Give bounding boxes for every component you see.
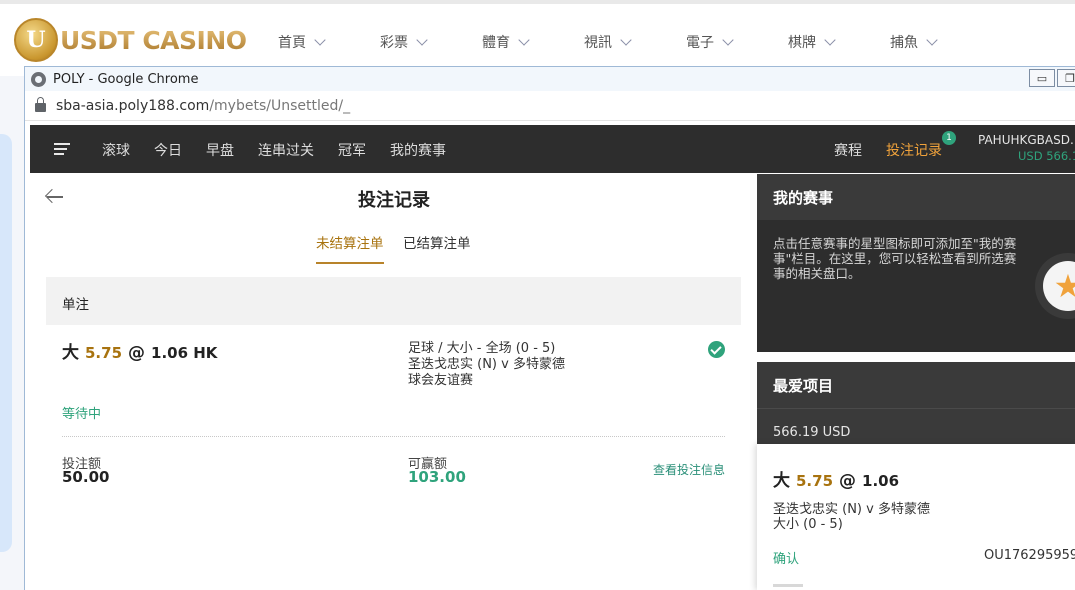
- favorite-status: 确认: [773, 552, 800, 567]
- minimize-button[interactable]: ▭: [1029, 69, 1055, 87]
- win-value: 103.00: [408, 468, 466, 486]
- logo-text: USDT CASINO: [60, 25, 247, 55]
- bet-market: 足球 / 大小 - 全场 (0 - 5): [408, 341, 556, 356]
- favorite-match: 圣迭戈忠实 (N) v 多特蒙德: [773, 502, 930, 517]
- bet-league: 球会友谊赛: [408, 373, 474, 388]
- nav-label: 彩票: [380, 35, 408, 51]
- tab-unsettled[interactable]: 未结算注单: [316, 232, 384, 264]
- page-title: 投注记录: [358, 190, 430, 211]
- logo-coin-icon: U: [14, 18, 58, 62]
- favorites-header[interactable]: 最爱项目: [757, 362, 1075, 408]
- chevron-down-icon: [722, 34, 734, 46]
- section-single-bet: 单注: [46, 277, 741, 325]
- favorite-pick: 大: [773, 471, 790, 491]
- favorites-summary: 566.19 USD: [757, 408, 1075, 444]
- site-nav-cards[interactable]: 棋牌: [788, 32, 836, 52]
- tab-settled[interactable]: 已结算注单: [403, 232, 471, 252]
- site-nav: 首頁 彩票 體育 視訊 電子 棋牌 捕魚: [278, 32, 992, 52]
- chrome-icon: [31, 71, 46, 87]
- account-balance: USD 566.1: [1018, 149, 1075, 163]
- bet-records-link[interactable]: 投注记录: [886, 140, 942, 160]
- bet-selection: 大 5.75 @1.06 HK: [62, 338, 217, 363]
- favorite-odds: 1.06: [862, 472, 900, 490]
- tab-live[interactable]: 滚球: [102, 140, 130, 160]
- back-arrow-icon[interactable]: [45, 187, 65, 207]
- favorite-line: 5.75: [796, 472, 834, 490]
- url-path: /mybets/Unsettled/_: [209, 97, 351, 114]
- my-events-title: 我的赛事: [773, 189, 834, 207]
- partial-text-placeholder: [773, 584, 803, 587]
- nav-label: 棋牌: [788, 35, 816, 51]
- chevron-down-icon: [314, 34, 326, 46]
- casino-logo[interactable]: U USDT CASINO: [14, 18, 247, 62]
- schedule-link[interactable]: 赛程: [834, 140, 862, 160]
- site-nav-home[interactable]: 首頁: [278, 32, 326, 52]
- tab-today[interactable]: 今日: [154, 140, 182, 160]
- site-nav-fishing[interactable]: 捕魚: [890, 32, 938, 52]
- site-nav-sports[interactable]: 體育: [482, 32, 530, 52]
- menu-icon[interactable]: [54, 143, 70, 158]
- nav-label: 首頁: [278, 35, 306, 51]
- tab-early[interactable]: 早盘: [206, 140, 234, 160]
- bet-pick: 大: [62, 343, 79, 363]
- ticket-id: OU176295959: [984, 548, 1075, 563]
- star-badge: ★: [1035, 253, 1075, 319]
- bet-event-info: 足球 / 大小 - 全场 (0 - 5) 圣迭戈忠实 (N) v 多特蒙德 球会…: [408, 341, 565, 389]
- address-bar[interactable]: sba-asia.poly188.com/mybets/Unsettled/_: [25, 91, 1075, 121]
- bet-odds: 1.06 HK: [151, 344, 218, 362]
- chevron-down-icon: [416, 34, 428, 46]
- restore-button[interactable]: ❐: [1057, 69, 1075, 87]
- sportsbook-topbar: 滚球 今日 早盘 连串过关 冠军 我的赛事 赛程 投注记录 1 PAHUHKGB…: [30, 125, 1075, 173]
- favorite-selection: 大 5.75 @1.06: [773, 466, 899, 491]
- star-icon: ★: [1043, 261, 1075, 311]
- bet-status: 等待中: [62, 407, 102, 422]
- my-events-header: 我的赛事: [757, 174, 1075, 220]
- chevron-down-icon: [926, 34, 938, 46]
- lock-icon: [35, 97, 46, 112]
- favorite-market: 大小 (0 - 5): [773, 517, 843, 532]
- chevron-down-icon: [824, 34, 836, 46]
- site-nav-slots[interactable]: 電子: [686, 32, 734, 52]
- site-nav-live[interactable]: 視訊: [584, 32, 632, 52]
- nav-label: 視訊: [584, 35, 612, 51]
- bet-count-badge: 1: [942, 131, 956, 145]
- nav-label: 捕魚: [890, 35, 918, 51]
- tab-outright[interactable]: 冠军: [338, 140, 366, 160]
- bet-at: @: [128, 343, 146, 363]
- window-titlebar[interactable]: POLY - Google Chrome: [25, 67, 1075, 91]
- tab-my-events[interactable]: 我的赛事: [390, 140, 446, 160]
- nav-label: 電子: [686, 35, 714, 51]
- chevron-down-icon: [620, 34, 632, 46]
- username[interactable]: PAHUHKGBASD...: [978, 133, 1075, 147]
- bet-match: 圣迭戈忠实 (N) v 多特蒙德: [408, 357, 565, 372]
- check-circle-icon: [708, 341, 725, 358]
- site-header: U USDT CASINO 首頁 彩票 體育 視訊 電子 棋牌 捕魚: [0, 0, 1075, 76]
- url-host: sba-asia.poly188.com: [56, 97, 210, 114]
- sportsbook-nav: 滚球 今日 早盘 连串过关 冠军 我的赛事: [102, 140, 470, 160]
- favorites-amount: 566.19 USD: [773, 425, 851, 440]
- window-title: POLY - Google Chrome: [53, 71, 199, 87]
- favorite-bet-card[interactable]: 大 5.75 @1.06 圣迭戈忠实 (N) v 多特蒙德 大小 (0 - 5) 确…: [757, 444, 1075, 590]
- favorites-title: 最爱项目: [773, 377, 834, 395]
- bet-line: 5.75: [85, 344, 123, 362]
- favorite-at: @: [839, 471, 857, 491]
- my-events-body: 点击任意赛事的星型图标即可添加至"我的赛事"栏目。在这里，您可以轻松查看到所选赛…: [757, 220, 1075, 352]
- divider: [62, 436, 725, 437]
- stake-value: 50.00: [62, 468, 110, 486]
- my-events-hint: 点击任意赛事的星型图标即可添加至"我的赛事"栏目。在这里，您可以轻松查看到所选赛…: [773, 236, 1017, 281]
- favorite-event: 圣迭戈忠实 (N) v 多特蒙德 大小 (0 - 5): [773, 502, 930, 532]
- nav-label: 體育: [482, 35, 510, 51]
- background-decoration: [0, 134, 12, 552]
- chevron-down-icon: [518, 34, 530, 46]
- site-nav-lottery[interactable]: 彩票: [380, 32, 428, 52]
- view-bet-details-link[interactable]: 查看投注信息: [653, 461, 725, 478]
- tab-parlay[interactable]: 连串过关: [258, 140, 314, 160]
